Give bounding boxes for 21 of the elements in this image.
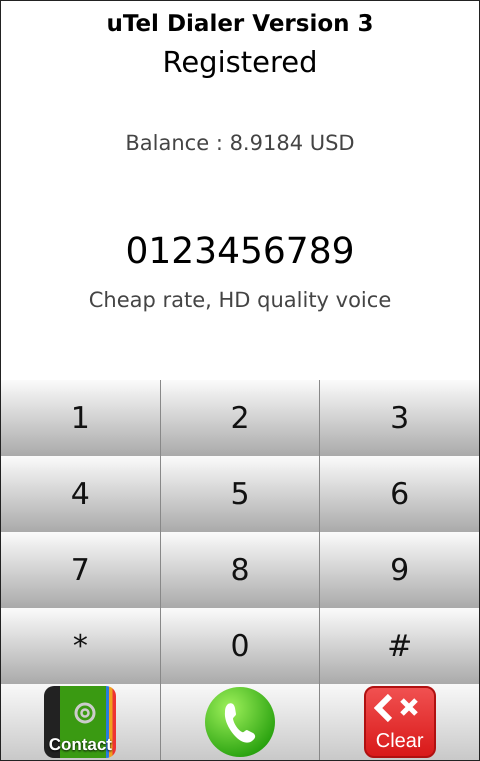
dial-key[interactable]: 9 <box>319 532 480 608</box>
clear-button[interactable]: Clear <box>319 684 480 760</box>
dial-key[interactable]: 1 <box>1 380 160 456</box>
registration-status: Registered <box>162 45 318 79</box>
dial-key[interactable]: * <box>1 608 160 684</box>
dialed-number: 0123456789 <box>125 231 355 272</box>
dial-key[interactable]: 6 <box>319 456 480 532</box>
balance-text: Balance : 8.9184 USD <box>125 131 355 155</box>
dial-key[interactable]: # <box>319 608 480 684</box>
phone-icon <box>204 686 276 758</box>
dial-key[interactable]: 2 <box>160 380 320 456</box>
tagline: Cheap rate, HD quality voice <box>88 288 392 312</box>
dial-key[interactable]: 0 <box>160 608 320 684</box>
call-button[interactable] <box>160 684 320 760</box>
dial-key[interactable]: 4 <box>1 456 160 532</box>
dial-key[interactable]: 8 <box>160 532 320 608</box>
dial-key[interactable]: 5 <box>160 456 320 532</box>
clear-icon: Clear <box>364 686 436 758</box>
dial-key[interactable]: 3 <box>319 380 480 456</box>
dial-key[interactable]: 7 <box>1 532 160 608</box>
app-title: uTel Dialer Version 3 <box>106 11 374 37</box>
